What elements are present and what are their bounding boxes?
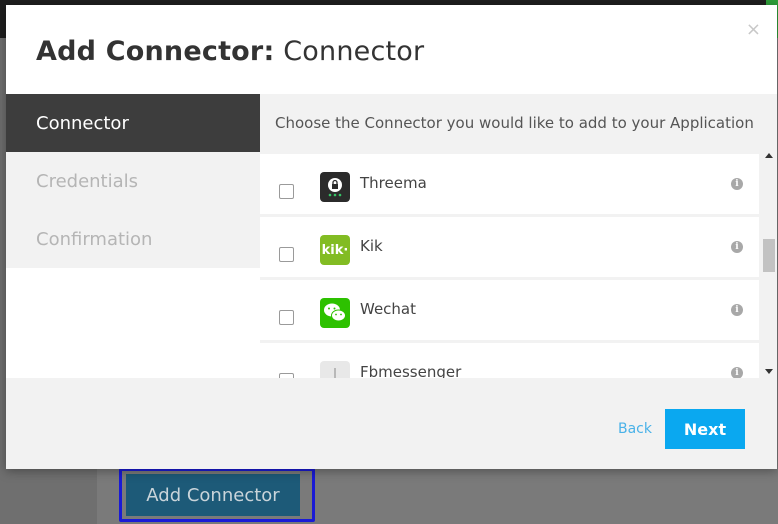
fbmessenger-logo-icon (320, 361, 350, 378)
threema-checkbox[interactable] (279, 184, 294, 199)
modal-footer (6, 378, 777, 469)
modal-header: Add Connector: Connector × (6, 5, 777, 94)
connector-row-kik[interactable]: kik· Kik i (260, 217, 759, 277)
connector-row-fbmessenger[interactable]: Fbmessenger i (260, 343, 759, 378)
info-icon[interactable]: i (731, 178, 743, 190)
threema-logo-icon (320, 172, 350, 202)
close-icon[interactable]: × (746, 19, 761, 40)
modal-body: Connector Credentials Confirmation Choos… (6, 94, 777, 378)
back-button[interactable]: Back (618, 421, 652, 437)
connector-picker: Choose the Connector you would like to a… (260, 94, 777, 378)
scrollbar-thumb[interactable] (763, 239, 775, 272)
connector-list[interactable]: Threema i kik· Kik i Wechat i Fbmessenge… (260, 151, 777, 378)
connector-name: Kik (360, 237, 383, 255)
wechat-logo-icon (320, 298, 350, 328)
scroll-up-arrow-icon[interactable] (765, 153, 773, 158)
connector-row-threema[interactable]: Threema i (260, 154, 759, 214)
connector-name: Fbmessenger (360, 363, 462, 378)
connector-row-wechat[interactable]: Wechat i (260, 280, 759, 340)
step-confirmation[interactable]: Confirmation (6, 210, 260, 268)
wizard-steps-sidebar: Connector Credentials Confirmation (6, 94, 260, 378)
picker-instruction: Choose the Connector you would like to a… (275, 113, 754, 132)
connector-name: Wechat (360, 300, 417, 318)
kik-logo-icon: kik· (320, 235, 350, 265)
step-connector[interactable]: Connector (6, 94, 260, 152)
add-connector-modal: Add Connector: Connector × Connector Cre… (6, 5, 777, 469)
info-icon[interactable]: i (731, 367, 743, 378)
scroll-down-arrow-icon[interactable] (765, 369, 773, 374)
kik-checkbox[interactable] (279, 247, 294, 262)
add-connector-button[interactable]: Add Connector (126, 474, 300, 516)
wechat-checkbox[interactable] (279, 310, 294, 325)
info-icon[interactable]: i (731, 241, 743, 253)
modal-title: Add Connector: Connector (36, 36, 424, 67)
step-credentials[interactable]: Credentials (6, 152, 260, 210)
info-icon[interactable]: i (731, 304, 743, 316)
wizard-steps-list: Connector Credentials Confirmation (6, 94, 260, 268)
connector-name: Threema (360, 174, 427, 192)
modal-title-step: Connector (283, 36, 425, 67)
list-scrollbar[interactable] (761, 151, 777, 378)
modal-title-bold: Add Connector: (36, 36, 275, 67)
next-button[interactable]: Next (665, 409, 745, 449)
